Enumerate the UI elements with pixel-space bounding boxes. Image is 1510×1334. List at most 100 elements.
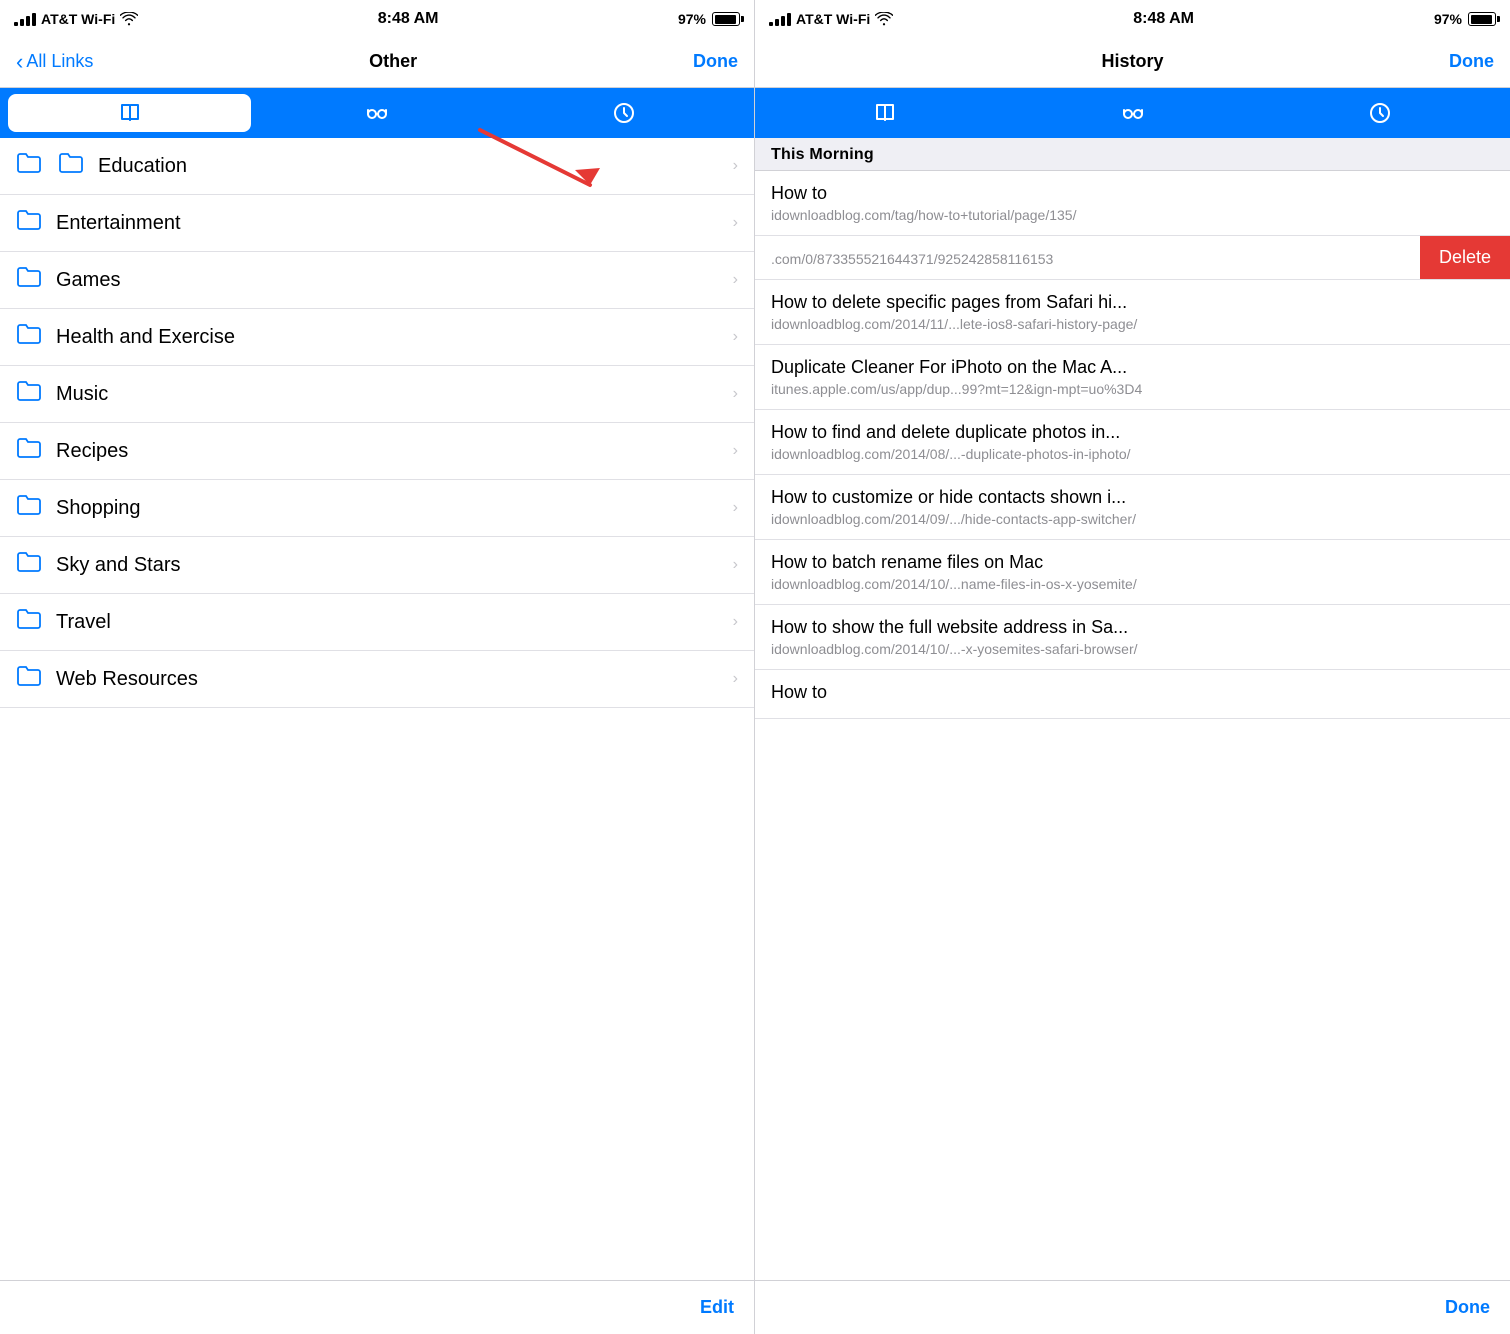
left-list: Education › Entertainment › Games › Heal… — [0, 138, 754, 1280]
history-title-5: How to customize or hide contacts shown … — [771, 487, 1494, 508]
right-battery-pct: 97% — [1434, 11, 1462, 27]
history-url-2: idownloadblog.com/2014/11/...lete-ios8-s… — [771, 316, 1494, 332]
list-label-0: Education — [98, 155, 733, 178]
chevron-left-icon: ‹ — [16, 49, 23, 75]
list-item[interactable]: Recipes › — [0, 423, 754, 480]
right-battery-icon — [1468, 12, 1496, 26]
right-carrier-label: AT&T Wi-Fi — [796, 11, 870, 27]
right-tab-reading[interactable] — [1011, 94, 1255, 132]
right-toolbar — [755, 88, 1510, 138]
signal-bars — [14, 13, 36, 26]
list-item[interactable]: Games › — [0, 252, 754, 309]
chevron-icon-6: › — [733, 499, 738, 517]
carrier-label: AT&T Wi-Fi — [41, 11, 115, 27]
history-title-7: How to show the full website address in … — [771, 617, 1494, 638]
list-label-2: Games — [56, 269, 733, 292]
back-button[interactable]: ‹ All Links — [16, 49, 93, 75]
history-url-5: idownloadblog.com/2014/09/.../hide-conta… — [771, 511, 1494, 527]
folder-icon-5 — [16, 437, 42, 465]
book-icon — [118, 101, 142, 125]
right-status-left: AT&T Wi-Fi — [769, 11, 893, 27]
chevron-icon-0: › — [733, 157, 738, 175]
history-item-0[interactable]: How to idownloadblog.com/tag/how-to+tuto… — [755, 171, 1510, 236]
history-title-0: How to — [771, 183, 1494, 204]
right-wifi-icon — [875, 12, 893, 26]
chevron-icon-1: › — [733, 214, 738, 232]
right-time: 8:48 AM — [1133, 10, 1194, 28]
list-item[interactable]: Sky and Stars › — [0, 537, 754, 594]
delete-button[interactable]: Delete — [1420, 236, 1510, 279]
list-item[interactable]: Web Resources › — [0, 651, 754, 708]
history-url-0: idownloadblog.com/tag/how-to+tutorial/pa… — [771, 207, 1494, 223]
left-done-button[interactable]: Done — [693, 51, 738, 72]
list-item[interactable]: Music › — [0, 366, 754, 423]
history-list: This Morning How to idownloadblog.com/ta… — [755, 138, 1510, 1280]
history-url-6: idownloadblog.com/2014/10/...name-files-… — [771, 576, 1494, 592]
history-url-7: idownloadblog.com/2014/10/...-x-yosemite… — [771, 641, 1494, 657]
folder-icon-8 — [16, 608, 42, 636]
history-item-2[interactable]: How to delete specific pages from Safari… — [755, 280, 1510, 345]
list-item[interactable]: Shopping › — [0, 480, 754, 537]
chevron-icon-8: › — [733, 613, 738, 631]
left-tab-bookmarks[interactable] — [8, 94, 251, 132]
list-item[interactable]: Health and Exercise › — [0, 309, 754, 366]
list-label-7: Sky and Stars — [56, 554, 733, 577]
history-section-header: This Morning — [755, 138, 1510, 171]
right-tab-history[interactable] — [1258, 94, 1502, 132]
folder-icon-2 — [16, 266, 42, 294]
right-nav-bar: History Done — [755, 36, 1510, 88]
right-book-icon — [873, 101, 897, 125]
right-done-button-bottom[interactable]: Done — [1445, 1297, 1490, 1318]
clock-icon — [612, 101, 636, 125]
list-label-9: Web Resources — [56, 668, 733, 691]
history-item-swiped: .com/0/873355521644371/925242858116153 D… — [755, 236, 1510, 280]
left-status-bar: AT&T Wi-Fi 8:48 AM 97% — [0, 0, 754, 36]
left-panel: AT&T Wi-Fi 8:48 AM 97% ‹ All Links — [0, 0, 755, 1334]
folder-icon-6 — [16, 494, 42, 522]
folder-icon-7 — [16, 551, 42, 579]
chevron-icon-5: › — [733, 442, 738, 460]
right-battery-fill — [1471, 15, 1492, 24]
back-label: All Links — [26, 51, 93, 72]
right-signal-bars — [769, 13, 791, 26]
list-label-4: Music — [56, 383, 733, 406]
right-glasses-icon — [1121, 101, 1145, 125]
history-item-8[interactable]: How to — [755, 670, 1510, 719]
list-label-3: Health and Exercise — [56, 326, 733, 349]
folder-icon — [16, 152, 42, 180]
left-tab-reading[interactable] — [255, 94, 498, 132]
history-url-1: .com/0/873355521644371/925242858116153 — [771, 251, 1404, 267]
history-item-4[interactable]: How to find and delete duplicate photos … — [755, 410, 1510, 475]
history-item-7[interactable]: How to show the full website address in … — [755, 605, 1510, 670]
history-item-1-inner[interactable]: .com/0/873355521644371/925242858116153 — [755, 236, 1420, 279]
list-item[interactable]: Education › — [0, 138, 754, 195]
wifi-icon — [120, 12, 138, 26]
left-battery-fill — [715, 15, 736, 24]
folder-icon-9 — [16, 665, 42, 693]
left-nav-title: Other — [369, 51, 417, 72]
history-item-3[interactable]: Duplicate Cleaner For iPhoto on the Mac … — [755, 345, 1510, 410]
history-item-5[interactable]: How to customize or hide contacts shown … — [755, 475, 1510, 540]
history-url-3: itunes.apple.com/us/app/dup...99?mt=12&i… — [771, 381, 1494, 397]
right-done-button[interactable]: Done — [1449, 51, 1494, 72]
list-item[interactable]: Entertainment › — [0, 195, 754, 252]
history-item-6[interactable]: How to batch rename files on Mac idownlo… — [755, 540, 1510, 605]
left-tab-history[interactable] — [503, 94, 746, 132]
list-item[interactable]: Travel › — [0, 594, 754, 651]
left-edit-button[interactable]: Edit — [700, 1297, 734, 1318]
right-panel: AT&T Wi-Fi 8:48 AM 97% History Done — [755, 0, 1510, 1334]
history-url-4: idownloadblog.com/2014/08/...-duplicate-… — [771, 446, 1494, 462]
right-tab-bookmarks[interactable] — [763, 94, 1007, 132]
list-label-5: Recipes — [56, 440, 733, 463]
history-title-4: How to find and delete duplicate photos … — [771, 422, 1494, 443]
glasses-icon — [365, 101, 389, 125]
list-label-6: Shopping — [56, 497, 733, 520]
folder-icon-3 — [16, 323, 42, 351]
history-title-8: How to — [771, 682, 1494, 703]
left-time: 8:48 AM — [378, 10, 439, 28]
left-status-left: AT&T Wi-Fi — [14, 11, 138, 27]
chevron-icon-4: › — [733, 385, 738, 403]
left-battery-icon — [712, 12, 740, 26]
left-nav-bar: ‹ All Links Other Done — [0, 36, 754, 88]
chevron-icon-7: › — [733, 556, 738, 574]
